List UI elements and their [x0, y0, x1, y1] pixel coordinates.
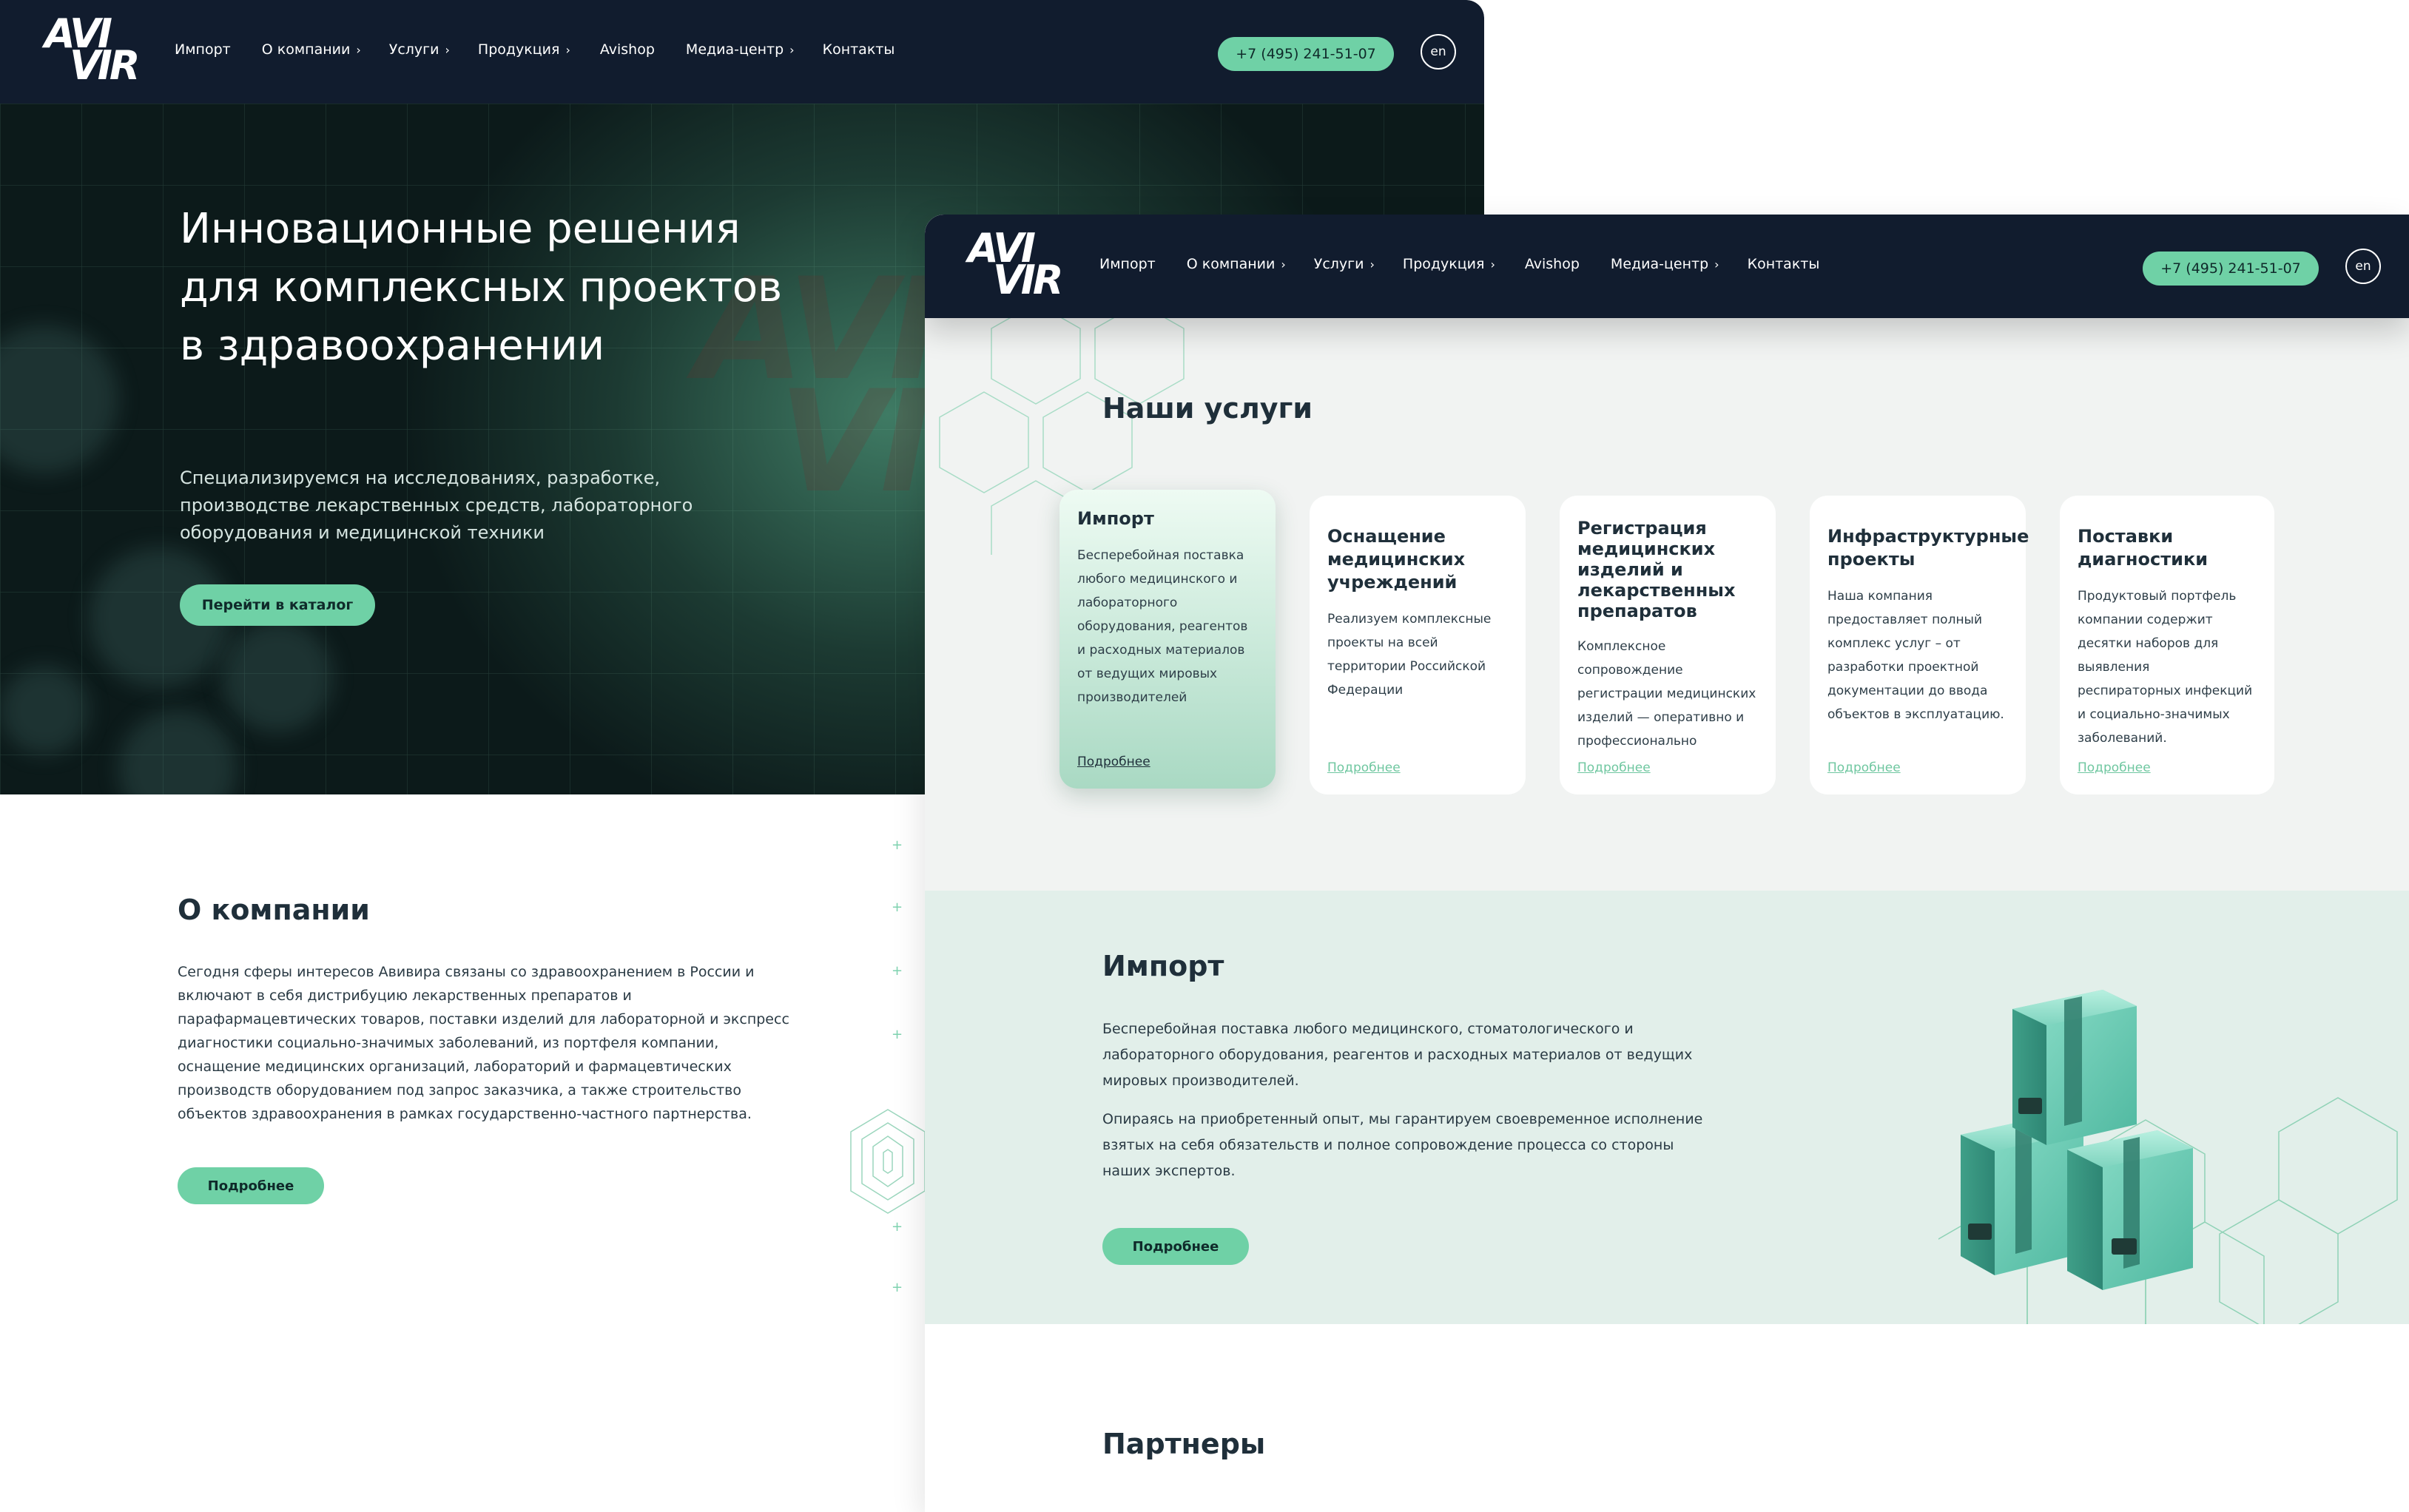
plus-decoration-icon: + — [892, 1280, 903, 1295]
service-card-title: Инфраструктурные проекты — [1827, 526, 2029, 570]
chevron-right-icon: › — [1369, 257, 1375, 271]
chevron-right-icon: › — [356, 42, 361, 57]
nav-item-label: Контакты — [1747, 256, 1820, 272]
nav-item-label: Услуги — [1313, 256, 1364, 272]
nav-item-label: Услуги — [388, 41, 439, 58]
nav-item-label: Контакты — [822, 41, 895, 58]
partners-title: Партнеры — [1102, 1428, 1266, 1460]
nav-item-label: О компании — [1186, 256, 1276, 272]
language-switch[interactable]: en — [2345, 249, 2381, 284]
hero-bokeh — [222, 621, 333, 732]
service-card-infrastructure[interactable]: Инфраструктурные проекты Наша компания п… — [1810, 496, 2029, 794]
service-card-link[interactable]: Подробнее — [1327, 760, 1401, 775]
nav-item-import[interactable]: Импорт — [1099, 256, 1156, 272]
services-section: Наши услуги Импорт Бесперебойная поставк… — [925, 318, 2409, 891]
nav-item-label: Импорт — [175, 41, 231, 58]
service-card-link[interactable]: Подробнее — [2078, 760, 2151, 775]
service-card-equipment[interactable]: Оснащение медицинских учреждений Реализу… — [1310, 496, 1526, 794]
site-header: AVI VIR Импорт О компании › Услуги › Проду… — [0, 0, 1484, 104]
nav-item-label: О компании — [261, 41, 351, 58]
site-logo[interactable]: AVI VIR — [968, 229, 1063, 304]
service-card-title: Импорт — [1077, 508, 1154, 529]
site-header: AVI VIR Импорт О компании › Услуги › Проду… — [925, 215, 2409, 318]
import-title: Импорт — [1102, 950, 1224, 982]
hero-subtitle: Специализируемся на исследованиях, разра… — [180, 468, 693, 543]
chevron-right-icon: › — [1281, 257, 1286, 271]
service-card-text: Бесперебойная поставка любого медицинско… — [1077, 548, 1248, 705]
import-section: Импорт Бесперебойная поставка любого мед… — [925, 891, 2409, 1324]
about-text: Сегодня сферы интересов Авивира связаны … — [178, 964, 789, 1122]
nav-item-label: Медиа-центр — [685, 41, 784, 58]
nav-item-label: Avishop — [1524, 256, 1580, 272]
nav-item-label: Импорт — [1099, 256, 1156, 272]
nav-item-services[interactable]: Услуги › — [389, 41, 450, 58]
nav-item-contacts[interactable]: Контакты — [1748, 256, 1820, 272]
import-paragraph-2: Опираясь на приобретенный опыт, мы гаран… — [1102, 1111, 1703, 1179]
nav-item-media[interactable]: Медиа-центр › — [686, 41, 795, 58]
plus-decoration-icon: + — [892, 900, 903, 915]
service-card-text: Наша компания предоставляет полный компл… — [1827, 589, 2004, 722]
nav-item-products[interactable]: Продукция › — [1403, 256, 1495, 272]
about-more-button[interactable]: Подробнее — [178, 1167, 324, 1204]
chevron-right-icon: › — [789, 42, 795, 57]
nav-item-import[interactable]: Импорт — [175, 41, 231, 58]
service-card-text: Реализуем комплексные проекты на всей те… — [1327, 612, 1492, 698]
logo-line-2: VIR — [70, 42, 140, 90]
import-paragraph-1: Бесперебойная поставка любого медицинско… — [1102, 1021, 1693, 1089]
nav-item-media[interactable]: Медиа-центр › — [1611, 256, 1719, 272]
chevron-right-icon: › — [1490, 257, 1495, 271]
nav-item-about[interactable]: О компании › — [262, 41, 361, 58]
hero-title: Инновационные решения для комплексных пр… — [180, 205, 783, 370]
chevron-right-icon: › — [565, 42, 570, 57]
service-card-title: Оснащение медицинских учреждений — [1327, 526, 1466, 593]
chevron-right-icon: › — [445, 42, 450, 57]
service-card-import[interactable]: Импорт Бесперебойная поставка любого мед… — [1059, 490, 1276, 789]
nav-item-contacts[interactable]: Контакты — [823, 41, 895, 58]
services-title: Наши услуги — [1102, 392, 1313, 425]
nav-item-services[interactable]: Услуги › — [1314, 256, 1375, 272]
nav-item-about[interactable]: О компании › — [1187, 256, 1286, 272]
language-switch[interactable]: en — [1421, 34, 1456, 70]
service-card-registration[interactable]: Регистрация медицинских изделий и лекарс… — [1560, 496, 1776, 794]
main-nav: Импорт О компании › Услуги › Продукция › Av… — [1099, 256, 1819, 272]
plus-decoration-icon: + — [892, 837, 903, 853]
service-card-diagnostics[interactable]: Поставки диагностики Продуктовый портфел… — [2060, 496, 2274, 794]
services-screen: AVI VIR Импорт О компании › Услуги › Проду… — [925, 215, 2409, 1512]
service-card-text: Комплексное сопровождение регистрации ме… — [1577, 639, 1756, 749]
plus-decoration-icon: + — [892, 963, 903, 979]
mockup-stage: AVI VIR Импорт О компании › Услуги › Проду… — [0, 0, 2409, 1512]
hero-bokeh — [0, 666, 89, 755]
nav-item-label: Avishop — [599, 41, 655, 58]
import-more-button[interactable]: Подробнее — [1102, 1228, 1249, 1265]
main-nav: Импорт О компании › Услуги › Продукция › Av… — [175, 41, 894, 58]
catalog-button[interactable]: Перейти в каталог — [180, 584, 375, 626]
service-card-text: Продуктовый портфель компании содержит д… — [2078, 589, 2253, 746]
nav-item-label: Продукция — [477, 41, 560, 58]
nav-item-avishop[interactable]: Avishop — [1525, 256, 1580, 272]
hexagon-decoration-icon — [850, 1109, 926, 1214]
plus-decoration-icon: + — [892, 1027, 903, 1042]
phone-button[interactable]: +7 (495) 241-51-07 — [1218, 37, 1394, 71]
nav-item-avishop[interactable]: Avishop — [600, 41, 655, 58]
nav-item-label: Медиа-центр — [1610, 256, 1709, 272]
boxes-illustration — [1961, 990, 2193, 1290]
service-card-title: Регистрация медицинских изделий и лекарс… — [1577, 518, 1736, 621]
service-card-link[interactable]: Подробнее — [1077, 755, 1150, 769]
nav-item-label: Продукция — [1402, 256, 1485, 272]
service-card-link[interactable]: Подробнее — [1827, 760, 1901, 775]
logo-line-2: VIR — [993, 257, 1063, 304]
chevron-right-icon: › — [1714, 257, 1719, 271]
nav-item-products[interactable]: Продукция › — [478, 41, 570, 58]
site-logo[interactable]: AVI VIR — [44, 14, 140, 90]
service-card-title: Поставки диагностики — [2078, 526, 2208, 570]
about-title: О компании — [178, 894, 370, 926]
service-card-link[interactable]: Подробнее — [1577, 760, 1651, 775]
phone-button[interactable]: +7 (495) 241-51-07 — [2143, 252, 2319, 286]
